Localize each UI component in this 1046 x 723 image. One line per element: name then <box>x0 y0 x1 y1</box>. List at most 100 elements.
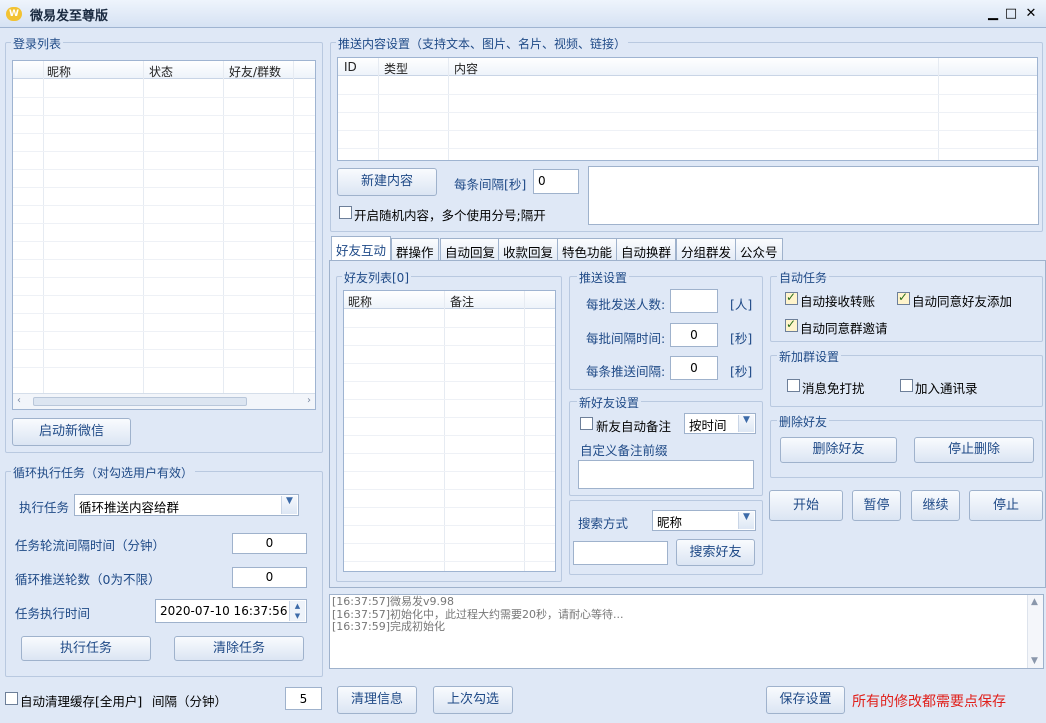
no-disturb-label: 消息免打扰 <box>802 381 865 396</box>
each-push-interval-label: 每条推送间隔: <box>586 364 666 379</box>
scroll-up-icon[interactable]: ▲ <box>1031 596 1038 608</box>
log-scrollbar[interactable]: ▲ ▼ <box>1027 595 1043 668</box>
new-group-settings-title: 新加群设置 <box>777 348 842 365</box>
col-nickname[interactable]: 昵称 <box>47 63 71 80</box>
horizontal-scrollbar[interactable]: ‹ › <box>13 393 315 409</box>
chevron-down-icon[interactable]: ▼ <box>281 496 297 514</box>
each-push-interval-unit: [秒] <box>730 364 753 379</box>
execute-task-button[interactable]: 执行任务 <box>21 636 151 661</box>
remark-prefix-input[interactable] <box>578 460 754 489</box>
per-batch-input[interactable] <box>670 289 718 313</box>
interval-input[interactable]: 0 <box>232 533 307 554</box>
time-value: 2020-07-10 16:37:56 <box>160 604 288 618</box>
new-friend-title: 新好友设置 <box>577 394 642 411</box>
each-interval-input[interactable]: 0 <box>533 169 579 194</box>
auto-clear-cache-label: 自动清理缓存[全用户] <box>20 694 143 709</box>
clear-task-button[interactable]: 清除任务 <box>174 636 304 661</box>
auto-accept-group-label: 自动同意群邀请 <box>800 321 888 336</box>
tab-payment-reply[interactable]: 收款回复 <box>498 238 559 260</box>
start-button[interactable]: 开始 <box>769 490 843 521</box>
tab-official-account[interactable]: 公众号 <box>735 238 783 260</box>
random-content-label: 开启随机内容，多个使用分号;隔开 <box>354 208 546 223</box>
chevron-down-icon[interactable]: ▼ <box>738 512 754 529</box>
auto-receive-label: 自动接收转账 <box>800 294 876 309</box>
close-icon[interactable]: ✕ <box>1022 5 1040 23</box>
auto-remark-label: 新友自动备注 <box>596 419 672 434</box>
remark-mode-value: 按时间 <box>689 418 727 433</box>
auto-accept-friend-label: 自动同意好友添加 <box>912 294 1013 309</box>
last-checked-button[interactable]: 上次勾选 <box>433 686 513 714</box>
rounds-input[interactable]: 0 <box>232 567 307 588</box>
col-id[interactable]: ID <box>344 60 357 74</box>
chevron-down-icon[interactable]: ▼ <box>738 415 754 432</box>
maximize-icon[interactable]: □ <box>1002 5 1020 23</box>
pause-button[interactable]: 暂停 <box>852 490 901 521</box>
minimize-icon[interactable]: ▁ <box>984 5 1002 23</box>
auto-accept-friend-checkbox[interactable] <box>897 290 910 305</box>
clear-info-button[interactable]: 清理信息 <box>337 686 417 714</box>
app-logo-icon: W <box>6 7 22 21</box>
login-list-title: 登录列表 <box>11 35 64 52</box>
search-mode-select[interactable]: 昵称 ▼ <box>652 510 756 531</box>
tab-group-ops[interactable]: 群操作 <box>391 238 439 260</box>
save-settings-button[interactable]: 保存设置 <box>766 686 845 714</box>
friend-list-table[interactable]: 昵称 备注 <box>343 290 556 572</box>
each-push-interval-input[interactable]: 0 <box>670 356 718 380</box>
push-content-header: ID 类型 内容 <box>338 58 1037 76</box>
search-mode-label: 搜索方式 <box>578 516 629 531</box>
auto-receive-checkbox[interactable] <box>785 290 798 305</box>
col-type[interactable]: 类型 <box>384 60 408 77</box>
add-contacts-checkbox[interactable] <box>900 379 913 392</box>
tab-friend-interaction[interactable]: 好友互动 <box>331 236 392 261</box>
batch-interval-input[interactable]: 0 <box>670 323 718 347</box>
search-friend-button[interactable]: 搜索好友 <box>676 539 755 566</box>
random-content-checkbox[interactable] <box>339 206 352 219</box>
scroll-down-icon[interactable]: ▼ <box>1031 655 1038 667</box>
remark-prefix-label: 自定义备注前缀 <box>580 443 668 458</box>
log-panel[interactable]: [16:37:57]微易发v9.98 [16:37:57]初始化中，此过程大约需… <box>329 594 1044 669</box>
start-wechat-button[interactable]: 启动新微信 <box>12 418 131 446</box>
scroll-thumb[interactable] <box>33 397 247 406</box>
scroll-right-icon[interactable]: › <box>307 395 311 406</box>
col-content[interactable]: 内容 <box>454 60 478 77</box>
remark-mode-select[interactable]: 按时间 ▼ <box>684 413 756 434</box>
batch-interval-unit: [秒] <box>730 331 753 346</box>
push-content-table[interactable]: ID 类型 内容 <box>337 57 1038 161</box>
auto-remark-checkbox[interactable] <box>580 417 593 430</box>
tab-auto-switch-group[interactable]: 自动换群 <box>616 238 677 260</box>
save-hint: 所有的修改都需要点保存 <box>852 694 1006 710</box>
search-input[interactable] <box>573 541 668 565</box>
per-batch-label: 每批发送人数: <box>586 297 666 312</box>
cache-interval-label: 间隔（分钟） <box>152 694 228 709</box>
stop-delete-button[interactable]: 停止删除 <box>914 437 1034 463</box>
task-select-value: 循环推送内容给群 <box>79 500 180 515</box>
continue-button[interactable]: 继续 <box>911 490 960 521</box>
time-picker[interactable]: 2020-07-10 16:37:56 ▲ ▼ <box>155 599 307 623</box>
new-content-button[interactable]: 新建内容 <box>337 168 437 196</box>
stop-button[interactable]: 停止 <box>969 490 1043 521</box>
auto-accept-group-checkbox[interactable] <box>785 317 798 332</box>
auto-clear-cache-checkbox[interactable] <box>5 692 18 705</box>
col-friend-remark[interactable]: 备注 <box>450 293 474 310</box>
no-disturb-checkbox[interactable] <box>787 379 800 392</box>
spin-updown-icon[interactable]: ▲ ▼ <box>289 601 305 621</box>
log-line: [16:37:57]微易发v9.98 <box>332 595 454 608</box>
col-friend-nickname[interactable]: 昵称 <box>348 293 372 310</box>
col-friend-group-count[interactable]: 好友/群数 <box>229 63 281 80</box>
cache-interval-input[interactable]: 5 <box>285 687 322 710</box>
delete-friend-title: 删除好友 <box>777 413 830 430</box>
login-list-table[interactable]: 昵称 状态 好友/群数 ‹ › <box>12 60 316 410</box>
scroll-left-icon[interactable]: ‹ <box>17 395 21 406</box>
tab-special-features[interactable]: 特色功能 <box>557 238 618 260</box>
task-select[interactable]: 循环推送内容给群 ▼ <box>74 494 299 516</box>
login-list-header: 昵称 状态 好友/群数 <box>13 61 315 79</box>
delete-friend-button[interactable]: 删除好友 <box>780 437 897 463</box>
push-settings-title: 推送设置 <box>577 269 630 286</box>
log-line: [16:37:59]完成初始化 <box>332 620 445 633</box>
tab-group-broadcast[interactable]: 分组群发 <box>676 238 737 260</box>
content-preview-textarea[interactable] <box>588 166 1039 225</box>
task-label: 执行任务 <box>19 500 70 515</box>
search-mode-value: 昵称 <box>657 515 683 530</box>
col-status[interactable]: 状态 <box>149 63 173 80</box>
tab-auto-reply[interactable]: 自动回复 <box>440 238 501 260</box>
